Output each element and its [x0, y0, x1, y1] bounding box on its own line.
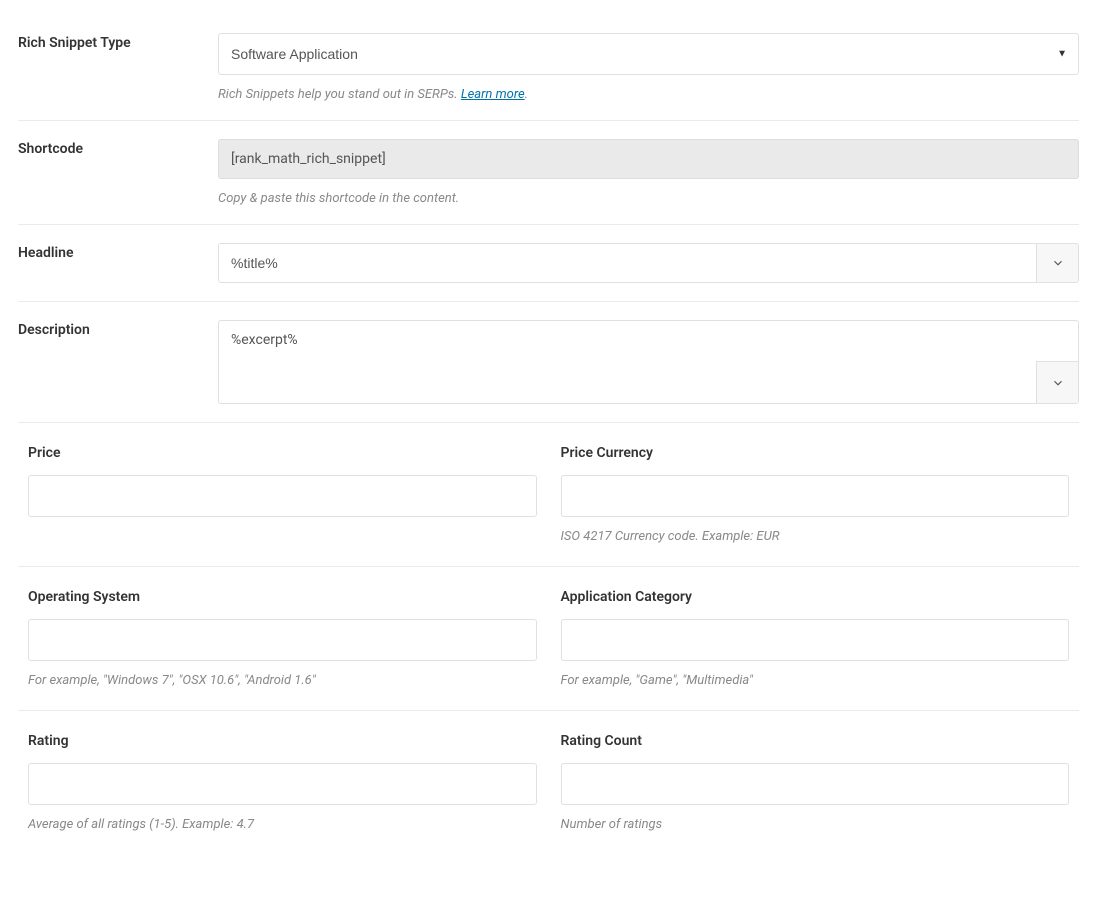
- shortcode-value[interactable]: [rank_math_rich_snippet]: [218, 139, 1079, 179]
- price-currency-help: ISO 4217 Currency code. Example: EUR: [561, 529, 1070, 544]
- operating-system-help: For example, "Windows 7", "OSX 10.6", "A…: [28, 673, 537, 688]
- rating-label: Rating: [28, 733, 537, 749]
- headline-variables-button[interactable]: [1036, 244, 1078, 282]
- description-variables-button[interactable]: [1036, 361, 1078, 403]
- price-currency-col: Price Currency ISO 4217 Currency code. E…: [561, 445, 1070, 544]
- price-currency-input[interactable]: [561, 475, 1070, 517]
- price-row: Price Price Currency ISO 4217 Currency c…: [18, 423, 1079, 567]
- chevron-down-icon: [1051, 376, 1065, 390]
- operating-system-input[interactable]: [28, 619, 537, 661]
- price-col: Price: [28, 445, 537, 544]
- application-category-input[interactable]: [561, 619, 1070, 661]
- description-textarea[interactable]: %excerpt%: [219, 321, 1078, 399]
- rating-input[interactable]: [28, 763, 537, 805]
- rating-col: Rating Average of all ratings (1-5). Exa…: [28, 733, 537, 832]
- rating-count-help: Number of ratings: [561, 817, 1070, 832]
- rating-count-input[interactable]: [561, 763, 1070, 805]
- rich-snippet-type-control: Software Application ▼ Rich Snippets hel…: [218, 33, 1079, 102]
- headline-label: Headline: [18, 243, 218, 261]
- description-control: %excerpt%: [218, 320, 1079, 404]
- shortcode-row: Shortcode [rank_math_rich_snippet] Copy …: [18, 121, 1079, 225]
- headline-input[interactable]: [219, 244, 1036, 282]
- learn-more-link[interactable]: Learn more: [461, 87, 525, 102]
- rating-help: Average of all ratings (1-5). Example: 4…: [28, 817, 537, 832]
- rich-snippet-type-help: Rich Snippets help you stand out in SERP…: [218, 87, 1079, 102]
- operating-system-label: Operating System: [28, 589, 537, 605]
- operating-system-col: Operating System For example, "Windows 7…: [28, 589, 537, 688]
- rating-row: Rating Average of all ratings (1-5). Exa…: [18, 711, 1079, 854]
- rich-snippet-type-row: Rich Snippet Type Software Application ▼…: [18, 15, 1079, 121]
- headline-control: [218, 243, 1079, 283]
- os-category-row: Operating System For example, "Windows 7…: [18, 567, 1079, 711]
- rating-count-label: Rating Count: [561, 733, 1070, 749]
- price-currency-label: Price Currency: [561, 445, 1070, 461]
- application-category-help: For example, "Game", "Multimedia": [561, 673, 1070, 688]
- rich-snippet-type-select[interactable]: Software Application: [218, 33, 1079, 75]
- price-input[interactable]: [28, 475, 537, 517]
- rich-snippet-type-label: Rich Snippet Type: [18, 33, 218, 51]
- description-row: Description %excerpt%: [18, 302, 1079, 422]
- description-textarea-wrapper: %excerpt%: [218, 320, 1079, 404]
- headline-input-wrapper: [218, 243, 1079, 283]
- shortcode-help: Copy & paste this shortcode in the conte…: [218, 191, 1079, 206]
- shortcode-label: Shortcode: [18, 139, 218, 157]
- headline-row: Headline: [18, 225, 1079, 302]
- price-label: Price: [28, 445, 537, 461]
- application-category-col: Application Category For example, "Game"…: [561, 589, 1070, 688]
- rating-count-col: Rating Count Number of ratings: [561, 733, 1070, 832]
- rich-snippet-type-select-wrapper: Software Application ▼: [218, 33, 1079, 75]
- software-fields-section: Price Price Currency ISO 4217 Currency c…: [18, 422, 1079, 854]
- chevron-down-icon: [1051, 256, 1065, 270]
- shortcode-control: [rank_math_rich_snippet] Copy & paste th…: [218, 139, 1079, 206]
- description-label: Description: [18, 320, 218, 338]
- application-category-label: Application Category: [561, 589, 1070, 605]
